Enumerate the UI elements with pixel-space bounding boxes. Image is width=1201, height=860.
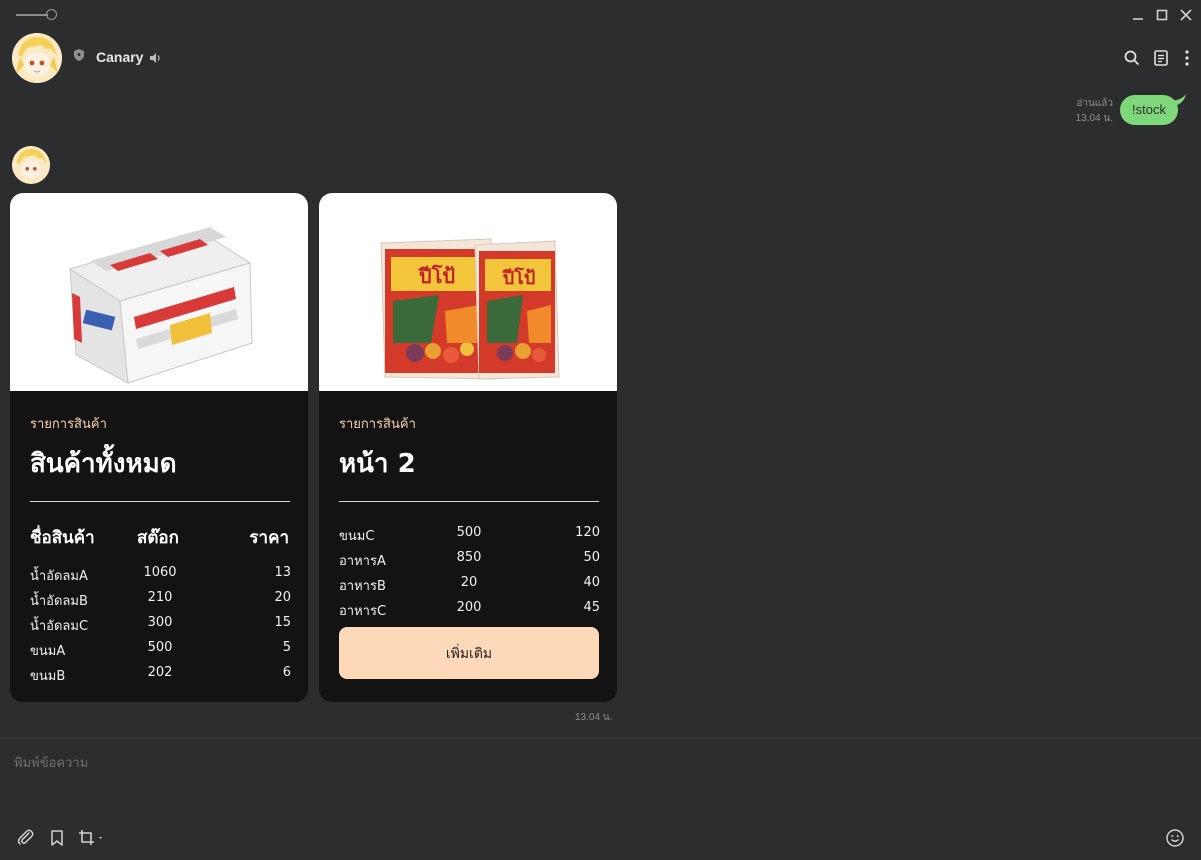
column-header-stock: สต๊อก <box>137 528 179 548</box>
opacity-slider-track[interactable] <box>16 14 48 16</box>
card-subtitle: รายการสินค้า <box>30 417 107 432</box>
svg-text:ปีโป้: ปีโป้ <box>418 264 455 288</box>
card-title: หน้า 2 <box>339 449 416 479</box>
product-price: 13 <box>274 565 291 580</box>
table-row: น้ำอัดลมB 210 20 <box>30 590 291 610</box>
product-stock: 210 <box>147 590 173 605</box>
product-price: 5 <box>282 640 291 655</box>
product-price: 40 <box>583 575 600 590</box>
product-box-image <box>10 193 308 391</box>
sender-avatar[interactable] <box>12 146 50 184</box>
minimize-icon[interactable] <box>1129 6 1147 24</box>
read-status: อ่านแล้ว <box>1076 98 1113 109</box>
message-input[interactable] <box>14 752 1114 772</box>
product-stock: 850 <box>456 550 482 565</box>
crop-icon[interactable] <box>77 828 105 848</box>
product-name: น้ำอัดลมB <box>30 594 88 609</box>
incoming-time: 13.04 น. <box>575 712 613 723</box>
search-icon[interactable] <box>1122 48 1142 68</box>
product-price: 45 <box>583 600 600 615</box>
title-bar <box>0 0 1201 30</box>
product-price: 120 <box>575 525 600 540</box>
column-header-price: ราคา <box>249 528 289 548</box>
opacity-slider-handle[interactable] <box>46 9 57 20</box>
product-name: น้ำอัดลมC <box>30 619 89 634</box>
table-row: น้ำอัดลมA 1060 13 <box>30 565 291 585</box>
speaker-icon[interactable] <box>148 51 162 65</box>
chat-avatar[interactable] <box>12 33 62 83</box>
product-stock: 1060 <box>143 565 177 580</box>
product-stock: 20 <box>460 575 478 590</box>
table-row: น้ำอัดลมC 300 15 <box>30 615 291 635</box>
product-name: อาหารC <box>339 604 387 619</box>
card-divider <box>30 501 290 502</box>
table-row: ขนมC 500 120 <box>339 525 600 545</box>
paperclip-icon[interactable] <box>16 828 36 848</box>
notes-icon[interactable] <box>1151 48 1171 68</box>
card-divider <box>339 501 599 502</box>
more-options-icon[interactable] <box>1177 48 1197 68</box>
more-button[interactable]: เพิ่มเติม <box>339 627 599 679</box>
chat-name: Canary <box>96 49 144 65</box>
product-card-2[interactable]: ปีโป้ ปีโป้ รายการสินค้า หน้า 2 ขนมC 500… <box>318 192 618 703</box>
table-row: ขนมA 500 5 <box>30 640 291 660</box>
chat-header: Canary <box>0 30 1201 88</box>
table-row: อาหารC 200 45 <box>339 600 600 620</box>
product-name: น้ำอัดลมA <box>30 569 88 584</box>
product-stock: 300 <box>147 615 173 630</box>
svg-text:ปีโป้: ปีโป้ <box>501 267 535 289</box>
table-row: อาหารA 850 50 <box>339 550 600 570</box>
product-name: ขนมC <box>339 529 375 544</box>
product-price: 6 <box>282 665 291 680</box>
read-receipt: อ่านแล้ว 13.04 น. <box>1076 96 1113 126</box>
product-stock: 500 <box>456 525 482 540</box>
column-header-name: ชื่อสินค้า <box>30 528 95 548</box>
product-price: 15 <box>274 615 291 630</box>
composer-divider <box>0 738 1201 739</box>
card-title: สินค้าทั้งหมด <box>30 449 177 479</box>
product-stock: 500 <box>147 640 173 655</box>
product-name: ขนมA <box>30 644 66 659</box>
product-card-1[interactable]: รายการสินค้า สินค้าทั้งหมด ชื่อสินค้า สต… <box>9 192 309 703</box>
table-row: อาหารB 20 40 <box>339 575 600 595</box>
product-stock: 200 <box>456 600 482 615</box>
product-name: อาหารB <box>339 579 386 594</box>
table-row: ขนมB 202 6 <box>30 665 291 685</box>
maximize-icon[interactable] <box>1153 6 1171 24</box>
close-icon[interactable] <box>1177 6 1195 24</box>
product-name: อาหารA <box>339 554 386 569</box>
outgoing-message-bubble[interactable]: !stock <box>1120 95 1178 125</box>
shield-icon <box>74 49 84 61</box>
bookmark-icon[interactable] <box>47 828 67 848</box>
snack-bags-image: ปีโป้ ปีโป้ <box>319 193 617 391</box>
outgoing-time: 13.04 น. <box>1075 113 1113 124</box>
emoji-icon[interactable] <box>1165 828 1185 848</box>
product-name: ขนมB <box>30 669 66 684</box>
product-stock: 202 <box>147 665 173 680</box>
product-price: 50 <box>583 550 600 565</box>
card-subtitle: รายการสินค้า <box>339 417 416 432</box>
product-price: 20 <box>274 590 291 605</box>
